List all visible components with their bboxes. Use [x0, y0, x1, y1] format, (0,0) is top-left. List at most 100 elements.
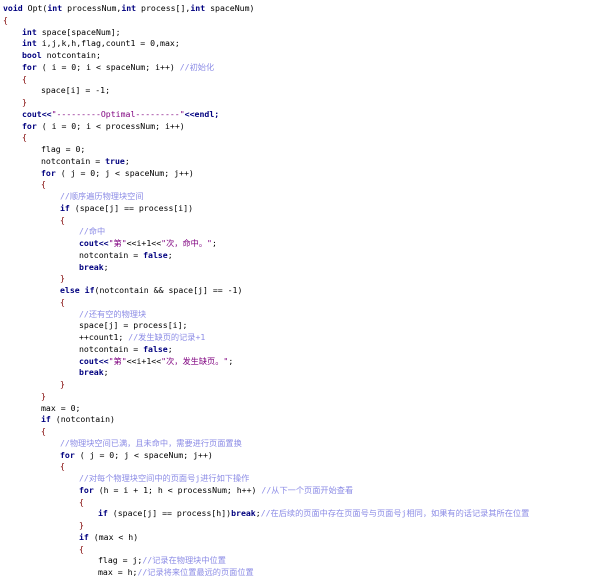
code-token: ( j = 0; j < spaceNum; j++) [74, 449, 213, 460]
code-keyword: int [190, 3, 206, 13]
code-token: Opt( [22, 3, 48, 13]
code-line[interactable]: for ( j = 0; j < spaceNum; j++) [41, 167, 194, 179]
code-line[interactable]: ++count1; //发生缺页的记录+1 [79, 331, 205, 343]
code-string: "---------Optimal---------" [51, 108, 185, 119]
code-comment: //记录将来位置最远的页面位置 [137, 567, 254, 577]
code-line[interactable]: for ( i = 0; i < spaceNum; i++) //初始化 [22, 61, 214, 73]
code-token: spaceNum) [205, 3, 255, 13]
code-line[interactable]: notcontain = false; [79, 343, 173, 355]
code-keyword: bool [22, 50, 42, 60]
code-line[interactable]: max = 0; [41, 402, 80, 414]
code-line[interactable]: { [3, 14, 8, 26]
code-line[interactable]: { [60, 296, 65, 308]
code-line[interactable]: //还有空的物理块 [79, 308, 146, 320]
code-line[interactable]: for ( j = 0; j < spaceNum; j++) [60, 449, 213, 461]
code-token: i,j,k,h,flag,count1 = 0,max; [36, 38, 180, 49]
code-keyword: for [60, 449, 75, 460]
code-line[interactable]: if (space[j] == process[i]) [60, 202, 193, 214]
code-line[interactable]: cout<<"第"<<i+1<<"次，命中。"; [79, 237, 217, 249]
code-token: notcontain = [79, 249, 144, 260]
code-line[interactable]: { [60, 460, 65, 472]
code-line[interactable]: flag = 0; [41, 143, 85, 155]
code-line[interactable]: else if(notcontain && space[j] == -1) [60, 284, 242, 296]
code-line[interactable]: for (h = i + 1; h < processNum; h++) //从… [79, 484, 353, 496]
code-token: { [41, 426, 46, 436]
code-token: } [41, 390, 46, 401]
code-string: "次，发生缺页。" [161, 355, 229, 366]
code-token: process[], [136, 3, 191, 13]
code-line[interactable]: { [22, 131, 27, 143]
code-keyword: for [22, 61, 37, 72]
code-line[interactable]: cout<<"---------Optimal---------"<<endl; [22, 108, 219, 120]
code-comment: //在后续的页面中存在页面号与页面号j相同，如果有的话记录其所在位置 [260, 508, 530, 519]
code-keyword: break [79, 261, 104, 272]
code-token: space[i] = -1; [41, 85, 111, 96]
code-line[interactable]: for ( i = 0; i < processNum; i++) [22, 120, 185, 132]
code-line[interactable]: notcontain = true; [41, 155, 130, 167]
code-token: { [60, 461, 65, 472]
code-keyword: false [143, 343, 168, 354]
code-keyword: <<endl; [184, 108, 220, 119]
code-token: { [3, 14, 8, 25]
code-comment: //记录在物理块中位置 [142, 555, 226, 566]
code-line[interactable]: { [79, 543, 84, 555]
code-token: (max < h) [88, 531, 139, 542]
code-line[interactable]: bool notcontain; [22, 49, 101, 61]
code-line[interactable]: //物理块空间已满，且未命中，需要进行页面置换 [60, 437, 242, 449]
code-keyword: if [79, 531, 89, 542]
code-token: processNum, [62, 3, 122, 13]
code-line[interactable]: flag = j;//记录在物理块中位置 [98, 554, 226, 566]
code-line[interactable]: } [79, 519, 84, 531]
code-comment: //初始化 [179, 61, 215, 72]
code-line[interactable]: } [41, 390, 46, 402]
code-token: } [22, 97, 27, 107]
code-line[interactable]: break; [79, 261, 109, 273]
code-line[interactable]: void Opt(int processNum,int process[],in… [3, 2, 254, 14]
code-keyword: for [41, 167, 56, 178]
code-token: notcontain = [79, 343, 144, 354]
code-token: ; [103, 261, 109, 272]
code-keyword: if [98, 508, 108, 519]
code-line[interactable]: space[j] = process[i]; [79, 319, 187, 331]
code-token: max = 0; [41, 402, 81, 413]
code-line[interactable]: if (notcontain) [41, 413, 115, 425]
code-line[interactable]: int space[spaceNum]; [22, 26, 121, 38]
code-line[interactable]: } [60, 378, 65, 390]
code-token: ; [167, 343, 173, 354]
code-comment: //发生缺页的记录+1 [128, 332, 206, 342]
code-line[interactable]: //命中 [79, 225, 105, 237]
code-token: ; [124, 155, 130, 166]
code-line[interactable]: if (space[j] == process[h])break;//在后续的页… [98, 507, 529, 519]
code-line[interactable]: cout<<"第"<<i+1<<"次，发生缺页。"; [79, 355, 233, 367]
code-line[interactable]: //顺序遍历物理块空间 [60, 190, 144, 202]
code-keyword: if [60, 202, 70, 213]
code-line[interactable]: //对每个物理块空间中的页面号j进行如下操作 [79, 472, 249, 484]
code-token: } [60, 379, 65, 389]
code-token: <<i+1<< [126, 355, 162, 366]
code-line[interactable]: max = h;//记录将来位置最远的页面位置 [98, 566, 254, 578]
code-token: ; [228, 355, 234, 366]
code-line[interactable]: { [41, 178, 46, 190]
code-token: { [79, 496, 84, 507]
code-line[interactable]: } [60, 272, 65, 284]
code-editor[interactable]: void Opt(int processNum,int process[],in… [0, 0, 599, 583]
code-keyword: else if [60, 285, 95, 295]
code-line[interactable]: int i,j,k,h,flag,count1 = 0,max; [22, 37, 180, 49]
code-line[interactable]: { [41, 425, 46, 437]
code-line[interactable]: } [22, 96, 27, 108]
code-keyword: void [3, 3, 23, 13]
code-comment: //还有空的物理块 [79, 308, 147, 319]
code-line[interactable]: { [79, 496, 84, 508]
fold-gutter [0, 0, 4, 583]
code-token: max = h; [98, 567, 138, 577]
code-token: ; [211, 238, 217, 248]
code-comment: //从下一个页面开始查看 [261, 484, 354, 495]
code-line[interactable]: space[i] = -1; [41, 84, 110, 96]
code-line[interactable]: if (max < h) [79, 531, 138, 543]
code-line[interactable]: break; [79, 366, 109, 378]
code-line[interactable]: { [22, 73, 27, 85]
code-string: "第" [108, 355, 127, 366]
code-token: space[spaceNum]; [36, 26, 121, 37]
code-line[interactable]: { [60, 214, 65, 226]
code-line[interactable]: notcontain = false; [79, 249, 173, 261]
